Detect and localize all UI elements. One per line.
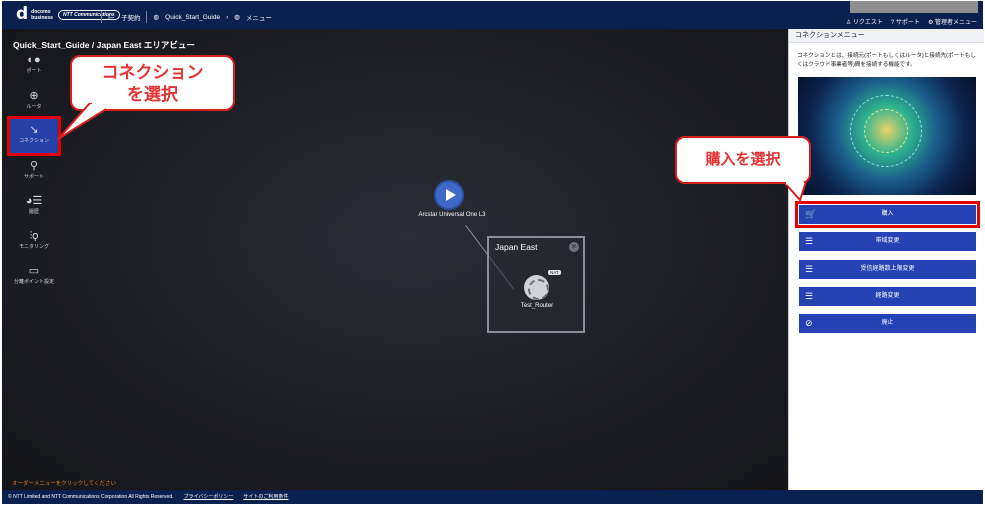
l3-network-icon[interactable] [434, 180, 464, 210]
callout-select-purchase: 購入を選択 [675, 136, 811, 184]
brand-line2: business [31, 14, 53, 21]
router-label: Test_Router [520, 303, 554, 309]
nat-badge: NAT [548, 270, 561, 275]
callout-pointer [57, 103, 106, 140]
request-link[interactable]: ♙ リクエスト [846, 17, 883, 26]
copyright: © NTT Limited and NTT Communications Cor… [8, 494, 174, 500]
network-visual-image [798, 77, 976, 195]
docomo-business-logo[interactable]: d docomo business [16, 6, 53, 23]
top-header: d docomo business NTT Communications ⊢ 子… [2, 1, 983, 29]
area-title: Japan East [495, 242, 538, 252]
sidebar-item-separation-point[interactable]: ▭ 分離ポイント設定 [10, 260, 58, 294]
history-icon: ◕☰ [25, 195, 43, 207]
footer: © NTT Limited and NTT Communications Cor… [2, 490, 983, 504]
app-window: d docomo business NTT Communications ⊢ 子… [2, 1, 984, 504]
bandwidth-change-button[interactable]: ☰ 帯域変更 [799, 232, 976, 251]
panel-description: コネクションとは、接続元(ポートもしくはルータ)と接続先(ポートもしくはクラウド… [797, 53, 976, 68]
port-icon: ◐● [27, 54, 41, 66]
user-info-bar [850, 1, 978, 13]
privacy-policy-link[interactable]: プライバシーポリシー [184, 490, 234, 504]
sliders-icon: ☰ [805, 264, 814, 274]
circle-icon: ◍ [153, 14, 160, 21]
sidebar-item-support[interactable]: ⚲ サポート [10, 155, 58, 189]
monitor-icon: ▭ [28, 265, 40, 277]
terms-link[interactable]: サイトのご利用条件 [243, 490, 288, 504]
sidebar-item-history[interactable]: ◕☰ 履歴 [10, 190, 58, 224]
person-icon: ♙ [845, 20, 853, 26]
connection-menu-panel: コネクションメニュー コネクションとは、接続元(ポートもしくはルータ)と接続先(… [788, 29, 984, 490]
brand-mark: d [16, 4, 29, 24]
support-link[interactable]: ? サポート [891, 17, 920, 26]
monitoring-icon: ⫶⚲ [29, 230, 39, 242]
chevron-right-icon: › [226, 13, 229, 21]
router-node-icon[interactable] [524, 275, 549, 300]
admin-menu-link[interactable]: ⚙ 管理者メニュー [928, 17, 977, 26]
route-change-button[interactable]: ☰ 経路変更 [799, 287, 976, 306]
gear-icon: ⚙ [927, 20, 935, 26]
nav-quick-start[interactable]: Quick_Start_Guide [165, 14, 220, 21]
canvas-hint: オーダーメニューをクリックしてください [12, 481, 116, 487]
area-japan-east[interactable]: Japan East × NAT Test_Router [487, 236, 585, 333]
callout-pointer [782, 182, 808, 202]
header-nav: ⊢ 子契約 ◍ Quick_Start_Guide › ◍ メニュー [101, 11, 272, 23]
nav-subcontract[interactable]: 子契約 [121, 12, 141, 22]
sliders-icon: ☰ [805, 236, 814, 246]
cart-icon: 🛒 [805, 209, 817, 219]
block-icon: ⊘ [805, 318, 813, 328]
close-icon[interactable]: × [569, 242, 579, 252]
router-icon: ⊕ [29, 90, 39, 102]
l3-network-label: Arcstar Universal One L3 [418, 212, 486, 218]
panel-title: コネクションメニュー [789, 29, 984, 43]
circle-icon: ◍ [234, 14, 240, 21]
header-right-links: ♙ リクエスト ? サポート ⚙ 管理者メニュー [846, 17, 977, 26]
sidebar-item-monitoring[interactable]: ⫶⚲ モニタリング [10, 225, 58, 259]
nav-menu[interactable]: メニュー [246, 12, 272, 22]
sidebar-item-port[interactable]: ◐● ポート [10, 49, 58, 83]
sliders-icon: ☰ [805, 291, 814, 301]
abolish-button[interactable]: ⊘ 廃止 [799, 314, 976, 333]
area-view-canvas[interactable]: Quick_Start_Guide / Japan East エリアビュー ◐●… [2, 29, 788, 490]
purchase-button[interactable]: 🛒 購入 [795, 201, 980, 228]
subcontract-icon: ⊢ [108, 12, 115, 22]
route-limit-change-button[interactable]: ☰ 受信経路数上限変更 [799, 260, 976, 279]
support-icon: ⚲ [29, 160, 39, 172]
